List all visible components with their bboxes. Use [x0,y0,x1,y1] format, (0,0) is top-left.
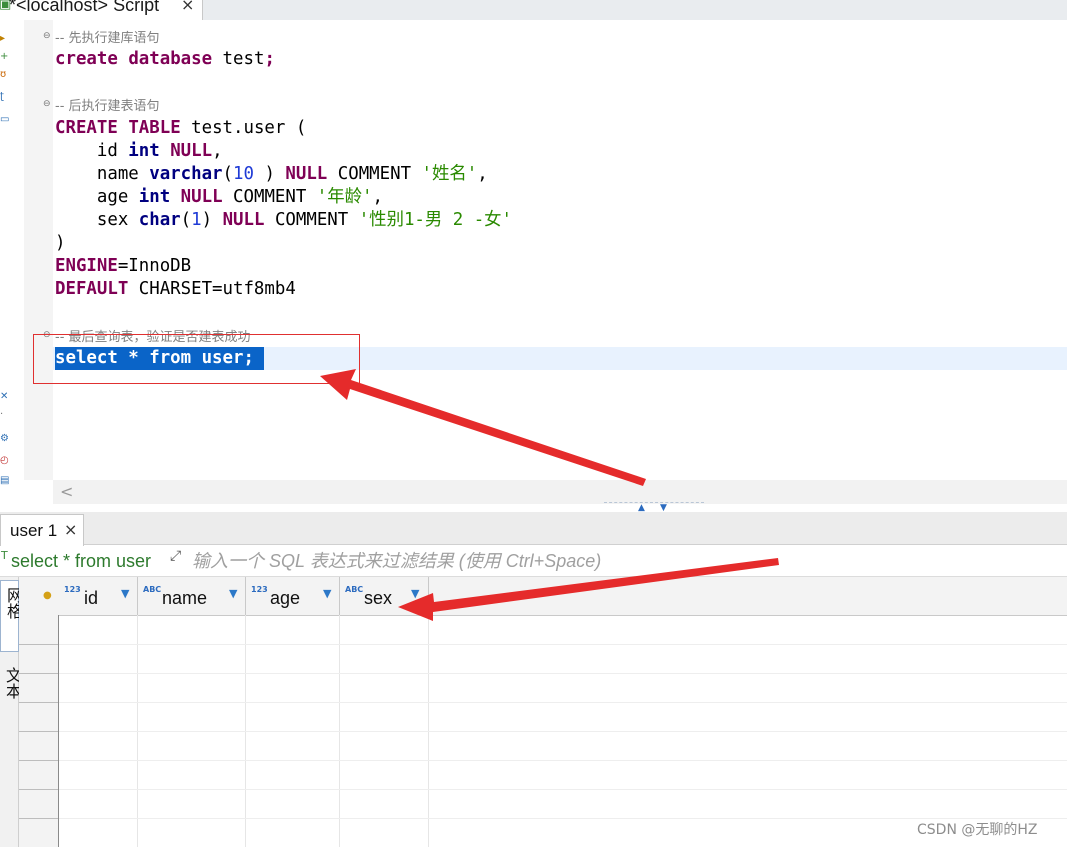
annotation-arrows [320,369,779,621]
watermark: CSDN @无聊的HZ [917,822,1038,838]
annotation-arrow-to-columns [398,558,779,621]
annotation-arrow-to-query [320,369,646,486]
